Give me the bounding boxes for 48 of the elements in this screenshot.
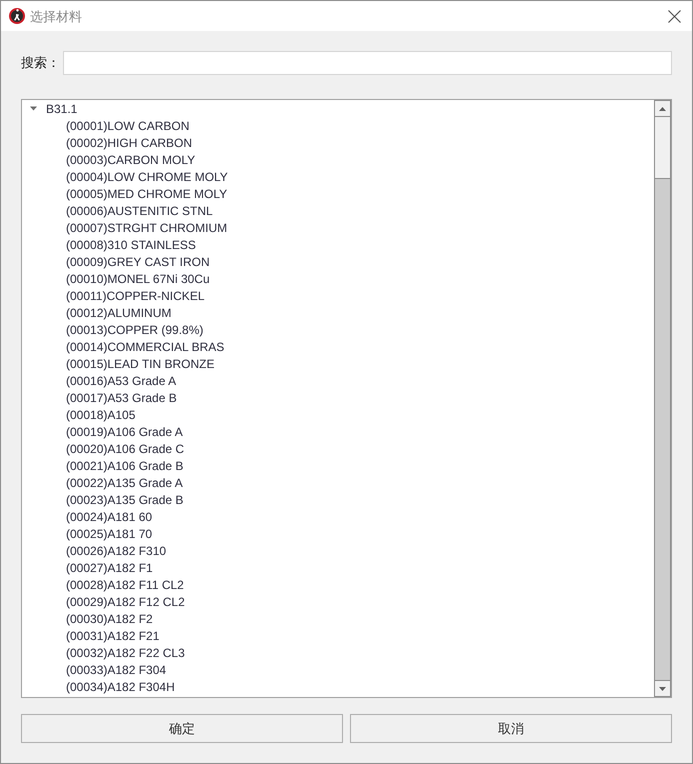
tree-item[interactable]: (00023)A135 Grade B <box>66 494 184 506</box>
tree-item[interactable]: (00010)MONEL 67Ni 30Cu <box>66 272 210 284</box>
dialog-button[interactable]: 取消 <box>350 714 672 743</box>
tree-item[interactable]: (00016)A53 Grade A <box>66 374 176 386</box>
tree-item[interactable]: (00017)A53 Grade B <box>66 392 177 404</box>
window-title: 选择材料 <box>30 10 82 22</box>
tree-item[interactable]: (00013)COPPER (99.8%) <box>66 324 204 336</box>
tree-item[interactable]: (00030)A182 F2 <box>66 612 153 624</box>
app-logo-icon <box>9 8 25 24</box>
tree-node[interactable]: B31.1 <box>46 102 78 114</box>
tree-item[interactable]: (00020)A106 Grade C <box>66 442 184 454</box>
caret-up-icon <box>659 106 666 110</box>
tree-item[interactable]: (00011)COPPER-NICKEL <box>66 290 204 302</box>
tree-item[interactable]: (00002)HIGH CARBON <box>66 136 192 148</box>
tree-item[interactable]: (00026)A182 F310 <box>66 544 166 556</box>
tree-item[interactable]: (00008)310 STAINLESS <box>66 238 196 250</box>
tree-item[interactable]: (00021)A106 Grade B <box>66 460 184 472</box>
caret-down-icon[interactable] <box>30 105 37 112</box>
search-label: 搜索： <box>21 54 61 72</box>
tree-item[interactable]: (00007)STRGHT CHROMIUM <box>66 222 228 234</box>
dialog-button[interactable]: 确定 <box>21 714 343 743</box>
tree-item[interactable]: (00025)A181 70 <box>66 528 152 540</box>
tree-item[interactable]: (00031)A182 F21 <box>66 630 160 642</box>
tree-item[interactable]: (00015)LEAD TIN BRONZE <box>66 358 214 370</box>
caret-down-icon <box>659 686 666 690</box>
tree-item[interactable]: (00012)ALUMINUM <box>66 306 172 318</box>
tree-item[interactable]: (00027)A182 F1 <box>66 562 153 574</box>
tree-item[interactable]: (00029)A182 F12 CL2 <box>66 596 185 608</box>
tree-item[interactable]: (00022)A135 Grade A <box>66 476 183 488</box>
tree-item[interactable]: (00028)A182 F11 CL2 <box>66 578 184 590</box>
close-icon <box>668 10 680 22</box>
tree-item[interactable]: (00024)A181 60 <box>66 510 152 522</box>
scroll-down-button[interactable] <box>655 680 670 696</box>
tree-item[interactable]: (00004)LOW CHROME MOLY <box>66 170 228 182</box>
tree-item[interactable]: (00009)GREY CAST IRON <box>66 256 210 268</box>
tree-item[interactable]: (00006)AUSTENITIC STNL <box>66 204 213 216</box>
tree-item[interactable]: (00001)LOW CARBON <box>66 120 190 132</box>
tree-item[interactable]: (00019)A106 Grade A <box>66 426 183 438</box>
tree-item[interactable]: (00018)A105 <box>66 408 136 420</box>
tree-item[interactable]: (00005)MED CHROME MOLY <box>66 188 228 200</box>
scroll-up-button[interactable] <box>655 101 670 117</box>
tree-item[interactable]: (00032)A182 F22 CL3 <box>66 646 185 658</box>
tree-item[interactable]: (00014)COMMERCIAL BRAS <box>66 340 224 352</box>
tree-item[interactable]: (00033)A182 F304 <box>66 664 166 676</box>
tree-item[interactable]: (00003)CARBON MOLY <box>66 154 196 166</box>
tree-item[interactable]: (00034)A182 F304H <box>66 680 175 692</box>
scrollbar-thumb[interactable] <box>655 117 670 179</box>
search-field[interactable] <box>63 51 672 75</box>
